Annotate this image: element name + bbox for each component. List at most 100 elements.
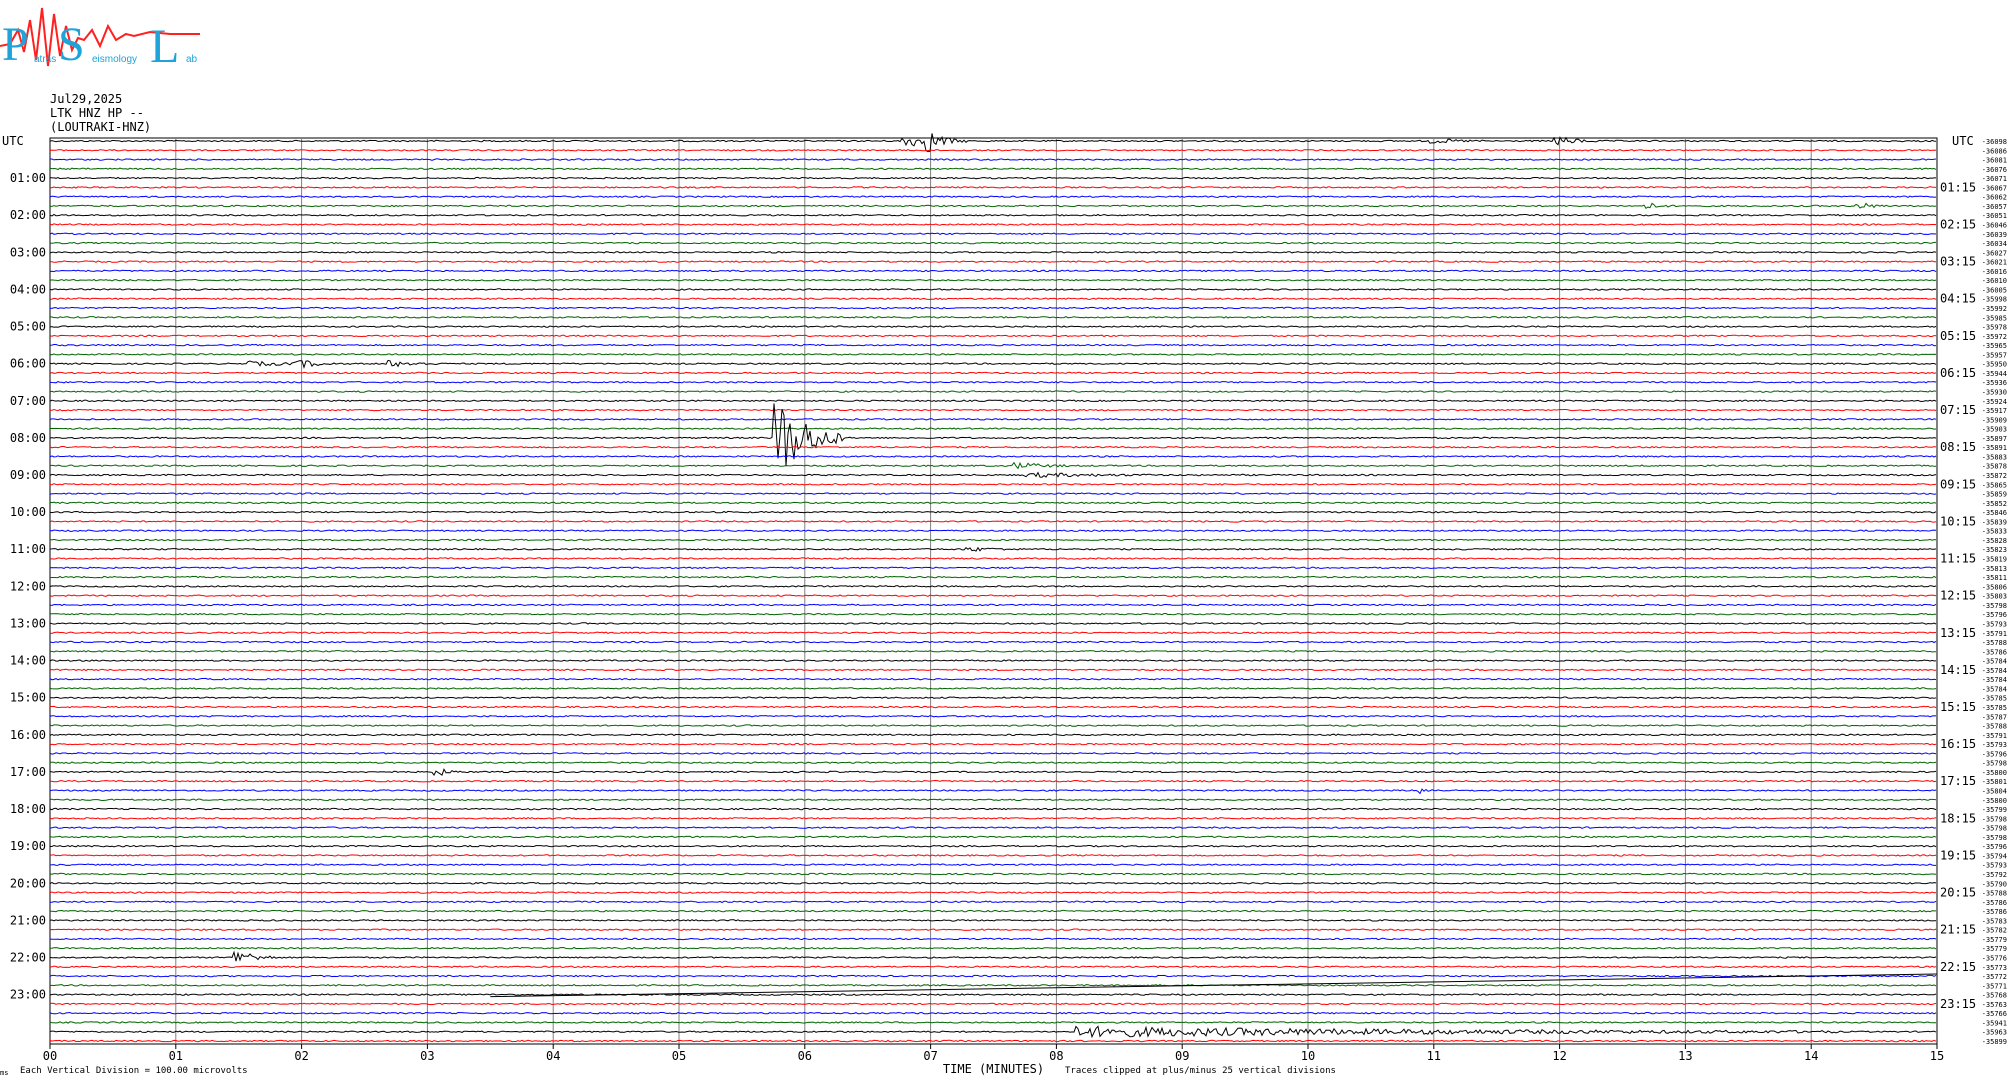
trace-line (49, 133, 1937, 153)
trace-line (49, 835, 1937, 839)
row-offset-label: -36005 (1982, 286, 2007, 294)
hour-label-left: 02:00 (10, 208, 46, 222)
trace-line (49, 631, 1937, 635)
row-offset-label: -35978 (1982, 324, 2007, 332)
row-offset-label: -35786 (1982, 899, 2007, 907)
trace-line (50, 650, 1937, 653)
hour-label-right: 03:15 (1940, 255, 1976, 269)
row-offset-label: -36086 (1982, 147, 2007, 155)
vertical-division-note: Each Vertical Division = 100.00 microvol… (20, 1066, 248, 1076)
trace-line (49, 733, 1937, 737)
hour-label-right: 05:15 (1940, 329, 1976, 343)
row-offset-label: -35839 (1982, 518, 2007, 526)
x-axis-label: TIME (MINUTES) (943, 1062, 1044, 1076)
row-offset-label: -35784 (1982, 658, 2007, 666)
trace-line (49, 359, 1937, 369)
row-offset-label: -35790 (1982, 880, 2007, 888)
hour-label-right: 12:15 (1940, 589, 1976, 603)
trace-line (49, 288, 1937, 291)
row-offset-label: -35998 (1982, 296, 2007, 304)
row-offset-label: -35782 (1982, 927, 2007, 935)
row-offset-label: -35779 (1982, 936, 2007, 944)
trace-line (49, 492, 1937, 495)
trace-line (49, 677, 1937, 681)
trace-line (49, 687, 1937, 690)
row-offset-label: -35909 (1982, 416, 2007, 424)
row-offset-label: -36034 (1982, 240, 2007, 248)
trace-line (49, 761, 1937, 764)
trace-line (49, 872, 1937, 876)
hour-label-right: 06:15 (1940, 366, 1976, 380)
x-tick-label: 07 (923, 1049, 937, 1063)
hour-label-right: 09:15 (1940, 477, 1976, 491)
row-offset-label: -35776 (1982, 954, 2007, 962)
trace-line (49, 445, 1937, 449)
logo-letter-p: P (2, 18, 29, 71)
row-offset-label: -35772 (1982, 973, 2007, 981)
row-offset-label: -35798 (1982, 815, 2007, 823)
row-offset-label: -35768 (1982, 992, 2007, 1000)
row-offset-label: -35878 (1982, 463, 2007, 471)
x-tick-label: 01 (169, 1049, 183, 1063)
row-offset-label: -35766 (1982, 1010, 2007, 1018)
trace-line (49, 260, 1936, 263)
row-offset-label: -35784 (1982, 676, 2007, 684)
x-tick-label: 13 (1678, 1049, 1692, 1063)
trace-line (49, 529, 1937, 532)
trace-line (49, 520, 1937, 523)
hour-label-right: 20:15 (1940, 886, 1976, 900)
hour-label-left: 12:00 (10, 579, 46, 593)
trace-line (49, 705, 1937, 709)
row-offset-label: -35985 (1982, 314, 2007, 322)
x-tick-label: 14 (1804, 1049, 1818, 1063)
logo-letter-l: L (150, 20, 179, 72)
logo-letter-s: S (58, 18, 85, 71)
row-offset-label: -35793 (1982, 741, 2007, 749)
trace-line (49, 900, 1937, 904)
row-offset-label: -35798 (1982, 825, 2007, 833)
clipping-note: Traces clipped at plus/minus 25 vertical… (1065, 1066, 1336, 1076)
trace-line (49, 946, 1937, 950)
trace-line (49, 557, 1937, 560)
row-offset-label: -35936 (1982, 379, 2007, 387)
hour-label-right: 01:15 (1940, 180, 1976, 194)
hour-label-left: 17:00 (10, 765, 46, 779)
row-offset-label: -36046 (1982, 222, 2007, 230)
row-offset-label: -35972 (1982, 333, 2007, 341)
trace-line (49, 176, 1936, 180)
trace-line (49, 232, 1937, 236)
trace-line (49, 826, 1937, 829)
trace-line (49, 278, 1937, 282)
hour-label-left: 06:00 (10, 357, 46, 371)
hour-label-left: 18:00 (10, 802, 46, 816)
hour-label-right: 07:15 (1940, 403, 1976, 417)
trace-line (49, 306, 1937, 310)
trace-line (49, 566, 1937, 570)
hour-label-right: 23:15 (1940, 997, 1976, 1011)
hour-label-left: 07:00 (10, 394, 46, 408)
trace-line (49, 1039, 1937, 1043)
trace-line (49, 1002, 1937, 1006)
row-offset-label: -35852 (1982, 500, 2007, 508)
row-offset-label: -35903 (1982, 426, 2007, 434)
trace-line (49, 817, 1937, 820)
hour-label-right: 21:15 (1940, 923, 1976, 937)
hour-label-left: 01:00 (10, 171, 46, 185)
row-offset-label: -35865 (1982, 481, 2007, 489)
trace-line (49, 715, 1937, 718)
row-offset-label: -35796 (1982, 843, 2007, 851)
x-tick-label: 05 (672, 1049, 686, 1063)
trace-line (49, 575, 1937, 579)
row-offset-label: -35924 (1982, 398, 2007, 406)
row-offset-label: -35799 (1982, 806, 2007, 814)
row-offset-label: -35798 (1982, 760, 2007, 768)
row-offset-label: -35992 (1982, 305, 2007, 313)
hour-label-left: 14:00 (10, 654, 46, 668)
x-tick-label: 12 (1552, 1049, 1566, 1063)
row-offset-label: -35963 (1982, 1029, 2007, 1037)
trace-line (49, 455, 1937, 458)
row-offset-label: -35828 (1982, 537, 2007, 545)
row-offset-label: -36067 (1982, 184, 2007, 192)
hour-label-left: 22:00 (10, 950, 46, 964)
header-station-long: (LOUTRAKI-HNZ) (50, 120, 152, 134)
